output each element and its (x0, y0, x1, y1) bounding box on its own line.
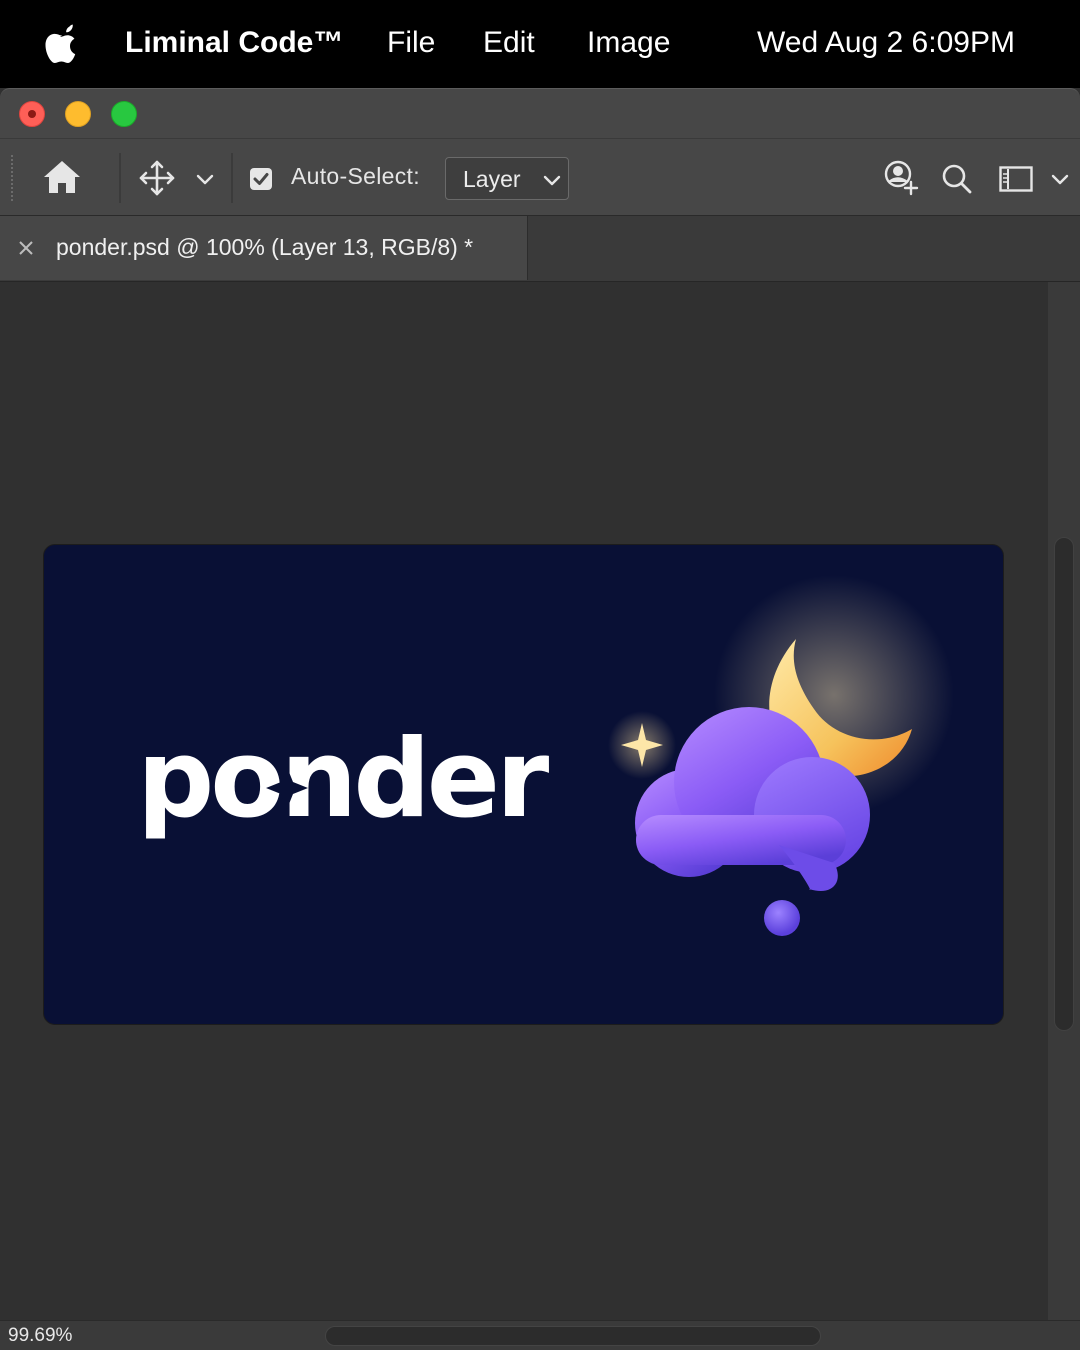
artboard-artwork: ponder (137, 575, 954, 936)
toolbar-separator (231, 153, 233, 203)
home-icon[interactable] (42, 159, 82, 195)
menubar-clock[interactable]: Wed Aug 2 6:09PM (757, 0, 1015, 88)
minimize-window-button[interactable] (65, 101, 91, 127)
user-add-icon[interactable] (882, 160, 920, 196)
zoom-level[interactable]: 99.69% (8, 1325, 72, 1347)
menu-image[interactable]: Image (587, 0, 670, 88)
apple-logo-icon[interactable] (44, 22, 80, 64)
auto-select-checkbox[interactable] (249, 167, 273, 191)
scrollbar-corner (1048, 1321, 1080, 1350)
menu-bar: Liminal Code™ File Edit Image Wed Aug 2 … (0, 0, 1080, 88)
auto-select-value: Layer (463, 166, 521, 192)
auto-select-label: Auto-Select: (291, 163, 420, 189)
app-name-menu[interactable]: Liminal Code™ (125, 0, 343, 88)
vertical-scrollbar-thumb[interactable] (1054, 537, 1074, 1031)
thought-dot (764, 900, 800, 936)
toolbar-grip[interactable] (11, 155, 14, 201)
options-toolbar: Auto-Select: Layer (0, 138, 1080, 216)
document-tab[interactable]: ponder.psd @ 100% (Layer 13, RGB/8) * (0, 216, 528, 280)
close-tab-icon[interactable] (16, 238, 36, 258)
workspace-icon[interactable] (999, 166, 1033, 192)
toolbar-separator (119, 153, 121, 203)
artboard[interactable]: ponder (43, 544, 1004, 1025)
status-bar: 99.69% (0, 1320, 1080, 1350)
menu-edit[interactable]: Edit (483, 0, 535, 88)
chevron-down-icon (543, 175, 561, 186)
document-tab-title: ponder.psd @ 100% (Layer 13, RGB/8) * (56, 234, 474, 260)
menu-file[interactable]: File (387, 0, 435, 88)
auto-select-dropdown[interactable]: Layer (445, 157, 569, 200)
zoom-window-button[interactable] (111, 101, 137, 127)
chevron-down-icon[interactable] (1051, 173, 1069, 185)
horizontal-scrollbar-thumb[interactable] (325, 1326, 821, 1346)
chevron-down-icon[interactable] (196, 173, 214, 185)
move-tool-icon[interactable] (138, 159, 176, 197)
window-titlebar (0, 88, 1080, 138)
search-icon[interactable] (941, 163, 973, 195)
close-window-button[interactable] (19, 101, 45, 127)
document-tab-bar: ponder.psd @ 100% (Layer 13, RGB/8) * (0, 216, 1080, 282)
ponder-wordmark: ponder (137, 717, 549, 842)
